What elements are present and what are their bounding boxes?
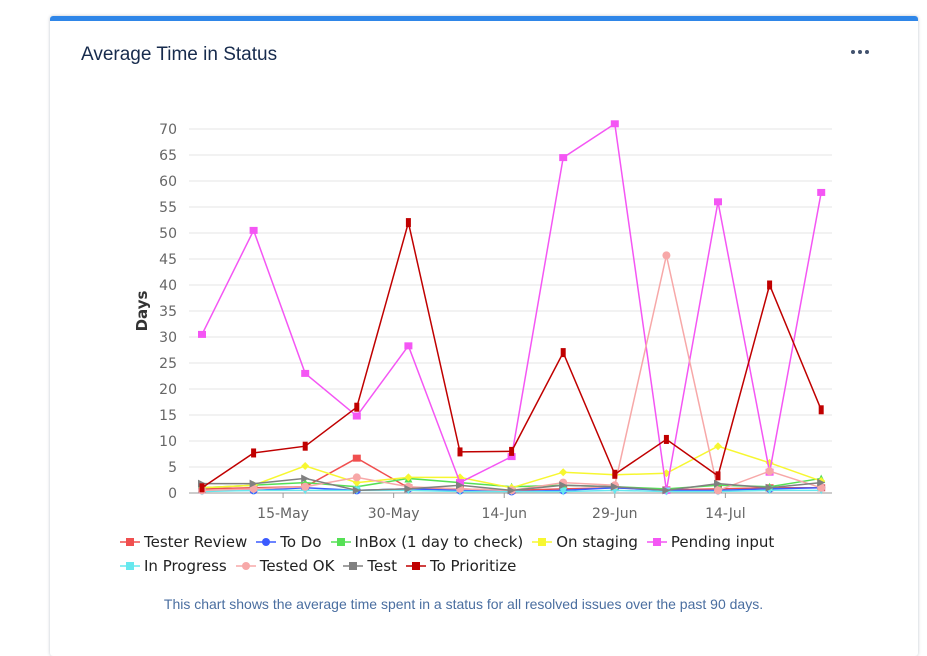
legend-item[interactable]: Pending input [646,533,774,551]
legend-swatch-icon [646,538,667,546]
legend-label: Test [367,557,397,575]
y-tick-label: 30 [159,330,177,346]
data-point [404,342,413,350]
data-point [767,280,773,290]
legend-swatch-icon [120,538,140,546]
legend-swatch-icon [235,562,256,570]
data-point [765,467,774,476]
y-tick-label: 20 [159,382,177,398]
data-point [663,434,669,444]
legend-item[interactable]: On staging [531,533,638,551]
data-point [714,198,722,206]
legend-label: InBox (1 day to check) [354,533,524,551]
x-tick-label: 14-Jul [705,506,746,522]
data-point [354,402,360,412]
legend-label: On staging [556,533,638,551]
y-tick-label: 55 [159,200,177,216]
data-point [352,412,361,420]
data-point [714,486,722,495]
legend-swatch-icon [120,562,140,570]
line-chart: 0 5 10 15 20 25 30 35 40 45 50 55 60 65 70 15-May 30-May… [133,120,832,522]
y-tick-label: 65 [159,148,177,164]
legend-item[interactable]: Tester Review [119,533,247,551]
data-point [715,471,721,481]
legend-item[interactable]: In Progress [119,557,227,575]
data-point [301,369,310,377]
x-tick-label: 14-Jun [481,506,527,522]
legend-swatch-icon [256,538,277,546]
x-tick-label: 30-May [368,506,420,522]
legend-label: To Do [280,533,322,551]
data-point [457,447,463,457]
chart-legend: Tester Review To Do InBox (1 day to check)… [119,530,819,578]
data-point [612,469,618,479]
legend-row: In Progress Tested OK Test To Prioritize [119,554,819,578]
legend-label: Tested OK [259,557,335,575]
data-point [509,446,515,456]
x-tick-label: 29-Jun [592,506,638,522]
data-point [199,483,205,493]
legend-row: Tester Review To Do InBox (1 day to check)… [119,530,819,554]
y-tick-label: 10 [159,434,177,450]
x-tick-label: 15-May [257,506,309,522]
data-point [559,468,568,477]
chart-caption: This chart shows the average time spent … [163,596,764,612]
y-tick-label: 50 [159,226,177,242]
data-point [352,473,361,482]
data-point [301,461,310,470]
y-tick-label: 35 [159,304,177,320]
data-point [251,448,257,458]
data-point [662,251,671,260]
legend-item[interactable]: To Prioritize [405,557,516,575]
y-tick-label: 40 [159,278,177,294]
legend-swatch-icon [405,562,426,570]
legend-item[interactable]: Test [342,557,397,575]
y-tick-label: 15 [159,408,177,424]
legend-label: Tester Review [144,533,248,551]
y-tick-label: 5 [168,460,177,476]
data-point [559,154,568,162]
data-point [302,441,308,451]
data-point [714,442,722,451]
legend-label: Pending input [670,533,775,551]
legend-item[interactable]: To Do [255,533,322,551]
data-point [560,348,566,358]
data-point [405,218,411,228]
y-axis-label: Days [133,291,151,332]
legend-item[interactable]: InBox (1 day to check) [330,533,524,551]
legend-swatch-icon [532,538,553,546]
data-point [198,330,206,338]
data-point [249,226,258,234]
data-point [352,454,361,462]
y-tick-label: 45 [159,252,177,268]
y-tick-label: 25 [159,356,177,372]
data-point [301,482,310,491]
legend-label: In Progress [144,557,227,575]
legend-label: To Prioritize [429,557,517,575]
y-tick-label: 0 [168,486,177,502]
legend-swatch-icon [343,562,364,570]
data-point [818,405,824,415]
data-point [817,188,826,196]
y-tick-label: 70 [159,122,177,138]
legend-item[interactable]: Tested OK [235,557,335,575]
y-tick-label: 60 [159,174,177,190]
data-point [610,120,619,128]
legend-swatch-icon [330,538,351,546]
